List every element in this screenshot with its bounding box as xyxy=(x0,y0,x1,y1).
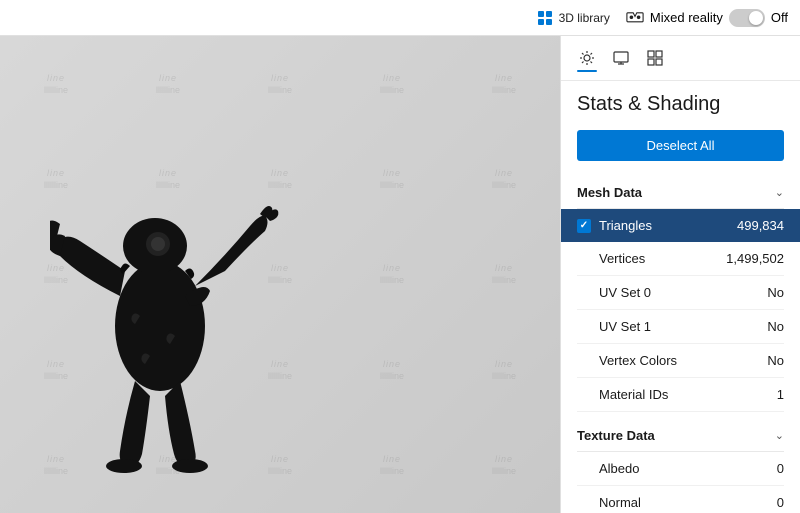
texture-data-section: Texture Data ⌄ Albedo 0 Normal 0 xyxy=(577,420,784,513)
normal-row: Normal 0 xyxy=(577,486,784,513)
albedo-value: 0 xyxy=(777,461,784,476)
mixed-reality-section: Mixed reality Off xyxy=(626,9,788,27)
material-ids-value: 1 xyxy=(777,387,784,402)
vertex-colors-value: No xyxy=(767,353,784,368)
uv-set-1-label: UV Set 1 xyxy=(599,319,651,334)
albedo-label: Albedo xyxy=(599,461,639,476)
vertices-value: 1,499,502 xyxy=(726,251,784,266)
toggle-off-label: Off xyxy=(771,10,788,25)
vertex-colors-label: Vertex Colors xyxy=(599,353,677,368)
mesh-data-section: Mesh Data ⌄ ✓ Triangles 499,834 Vertices xyxy=(577,177,784,412)
texture-chevron-icon: ⌄ xyxy=(775,429,784,442)
viewport[interactable]: linelllllline linelllllline linellllllin… xyxy=(0,36,560,513)
panel-title: Stats & Shading xyxy=(577,93,784,116)
normal-value: 0 xyxy=(777,495,784,510)
grid-icon-button[interactable] xyxy=(641,44,669,72)
toggle-knob xyxy=(749,11,763,25)
uv-set-0-row: UV Set 0 No xyxy=(577,276,784,310)
uv-set-0-label: UV Set 0 xyxy=(599,285,651,300)
triangles-label: Triangles xyxy=(599,218,652,233)
uv-set-0-value: No xyxy=(767,285,784,300)
vertices-row: Vertices 1,499,502 xyxy=(577,242,784,276)
vertex-colors-row: Vertex Colors No xyxy=(577,344,784,378)
main-area: linelllllline linelllllline linellllllin… xyxy=(0,36,800,513)
sun-icon-button[interactable] xyxy=(573,44,601,72)
triangles-value: 499,834 xyxy=(737,218,784,233)
display-icon-button[interactable] xyxy=(607,44,635,72)
panel-content: Stats & Shading Deselect All Mesh Data ⌄… xyxy=(561,81,800,513)
triangles-row[interactable]: ✓ Triangles 499,834 xyxy=(561,209,800,242)
mesh-chevron-icon: ⌄ xyxy=(775,186,784,199)
checkbox-check: ✓ xyxy=(580,220,588,231)
material-ids-label: Material IDs xyxy=(599,387,668,402)
mesh-data-header[interactable]: Mesh Data ⌄ xyxy=(577,177,784,209)
uv-set-1-row: UV Set 1 No xyxy=(577,310,784,344)
library-button[interactable]: 3D library xyxy=(536,9,610,27)
deselect-all-button[interactable]: Deselect All xyxy=(577,130,784,161)
3d-library-icon xyxy=(536,9,554,27)
texture-data-label: Texture Data xyxy=(577,428,655,443)
uv-set-1-value: No xyxy=(767,319,784,334)
triangles-checkbox[interactable]: ✓ xyxy=(577,219,591,233)
right-panel: Stats & Shading Deselect All Mesh Data ⌄… xyxy=(560,36,800,513)
mixed-reality-label: Mixed reality xyxy=(650,10,723,25)
vertices-label: Vertices xyxy=(599,251,645,266)
top-bar: 3D library Mixed reality Off xyxy=(0,0,800,36)
mixed-reality-toggle[interactable] xyxy=(729,9,765,27)
3d-model xyxy=(50,96,280,476)
texture-data-header[interactable]: Texture Data ⌄ xyxy=(577,420,784,452)
material-ids-row: Material IDs 1 xyxy=(577,378,784,412)
triangles-row-left: ✓ Triangles xyxy=(577,218,652,233)
albedo-row: Albedo 0 xyxy=(577,452,784,486)
mesh-data-label: Mesh Data xyxy=(577,185,642,200)
mixed-reality-icon xyxy=(626,9,644,27)
library-label: 3D library xyxy=(559,11,610,25)
normal-label: Normal xyxy=(599,495,641,510)
panel-toolbar xyxy=(561,36,800,81)
